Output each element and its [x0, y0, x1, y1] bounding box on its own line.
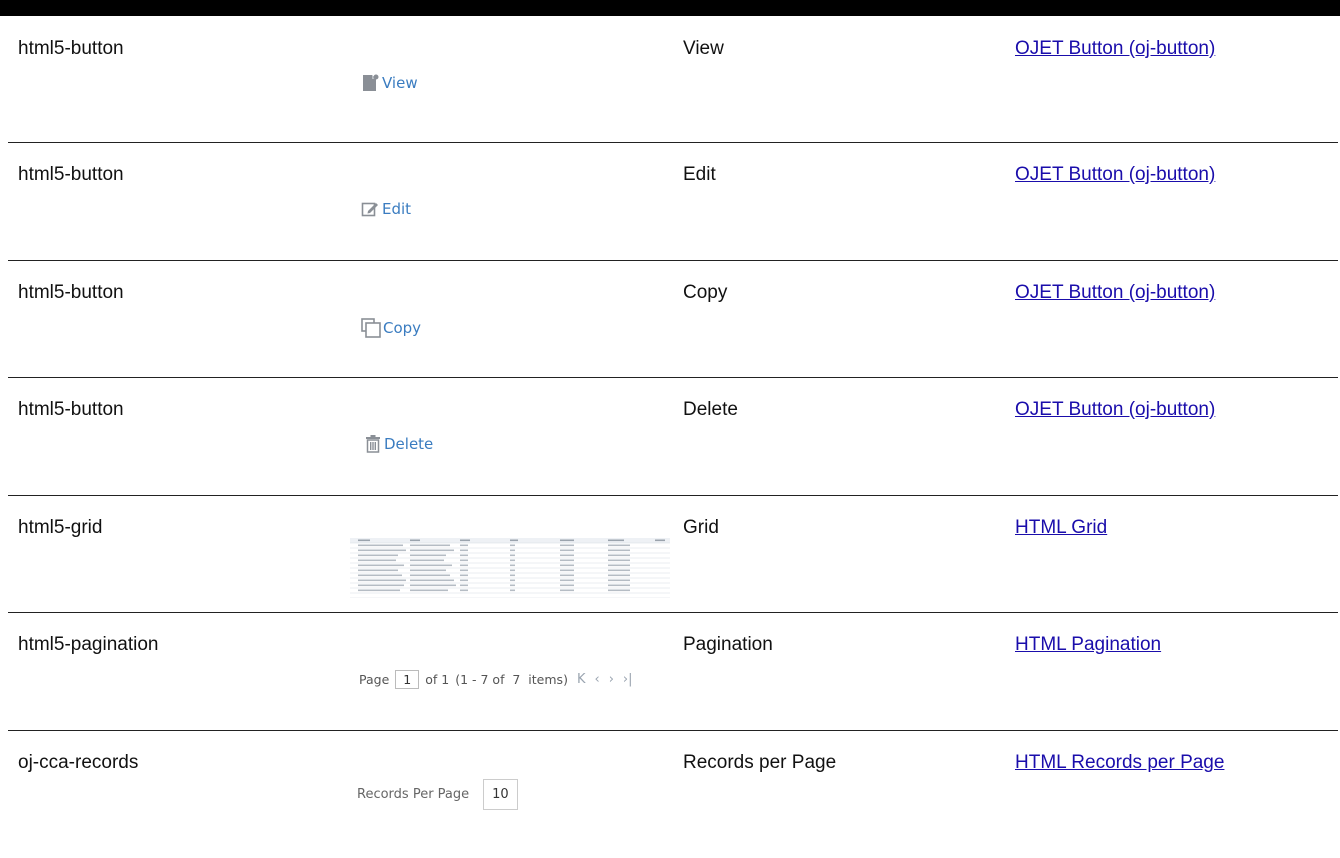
component-type: html5-pagination [18, 634, 159, 655]
row-divider [8, 495, 1338, 496]
delete-button-sample: Delete [365, 435, 433, 453]
component-type: html5-button [18, 282, 124, 303]
component-doc-link[interactable]: OJET Button (oj-button) [1015, 282, 1215, 304]
view-button-sample: View [361, 74, 418, 92]
prev-page-icon: ‹ [594, 672, 600, 687]
component-label: Grid [683, 517, 719, 538]
table-row: html5-button Edit OJET Button (oj-button… [0, 142, 1340, 258]
edit-button-sample: Edit [361, 200, 411, 218]
records-per-page-label: Records Per Page [357, 787, 470, 802]
edit-button-text: Edit [382, 200, 412, 218]
copy-icon [361, 318, 383, 338]
top-border [0, 0, 1340, 16]
component-type: html5-button [18, 38, 124, 59]
table-row: html5-button View OJET Button (oj-button… [0, 16, 1340, 132]
table-row: html5-button Delete OJET Button (oj-butt… [0, 377, 1340, 493]
component-type: html5-button [18, 164, 124, 185]
first-page-icon: K [576, 672, 586, 687]
table-row: html5-grid Grid HTML Grid [0, 495, 1340, 611]
component-type: oj-cca-records [18, 752, 139, 773]
row-divider [8, 377, 1338, 378]
component-label: View [683, 38, 724, 59]
last-page-icon: ›| [622, 672, 633, 687]
page-number-box: 1 [395, 670, 420, 689]
page-count: of 1 [425, 672, 450, 687]
component-label: Copy [683, 282, 728, 303]
copy-button-text: Copy [383, 319, 422, 337]
component-type: html5-grid [18, 517, 103, 538]
edit-icon [361, 200, 379, 218]
item-range: (1 - 7 of 7 items) [455, 672, 568, 687]
component-label: Edit [683, 164, 716, 185]
component-label: Delete [683, 399, 738, 420]
component-label: Records per Page [683, 752, 837, 773]
copy-button-sample: Copy [361, 318, 421, 338]
row-divider [8, 142, 1338, 143]
component-doc-link[interactable]: OJET Button (oj-button) [1015, 164, 1215, 186]
component-doc-link[interactable]: HTML Records per Page [1015, 752, 1224, 774]
table-row: html5-pagination Pagination HTML Paginat… [0, 612, 1340, 728]
row-divider [8, 612, 1338, 613]
component-type: html5-button [18, 399, 124, 420]
component-doc-link[interactable]: OJET Button (oj-button) [1015, 399, 1215, 421]
component-label: Pagination [683, 634, 773, 655]
records-per-page-value: 10 [483, 779, 518, 810]
trash-icon [365, 435, 381, 453]
row-divider [8, 730, 1338, 731]
table-row: html5-button Copy OJET Button (oj-button… [0, 260, 1340, 376]
document-icon [361, 74, 379, 92]
table-row: oj-cca-records Records per Page HTML Rec… [0, 730, 1340, 846]
component-doc-link[interactable]: HTML Pagination [1015, 634, 1161, 656]
view-button-text: View [382, 74, 418, 92]
grid-thumbnail [350, 538, 670, 598]
next-page-icon: › [608, 672, 614, 687]
component-doc-link[interactable]: OJET Button (oj-button) [1015, 38, 1215, 60]
page-label: Page [359, 672, 390, 687]
delete-button-text: Delete [384, 435, 434, 453]
pagination-sample: Page 1 of 1 (1 - 7 of 7 items) K ‹ › ›| [359, 670, 632, 689]
component-doc-link[interactable]: HTML Grid [1015, 517, 1107, 539]
records-per-page-sample: Records Per Page 10 [357, 779, 518, 810]
row-divider [8, 260, 1338, 261]
